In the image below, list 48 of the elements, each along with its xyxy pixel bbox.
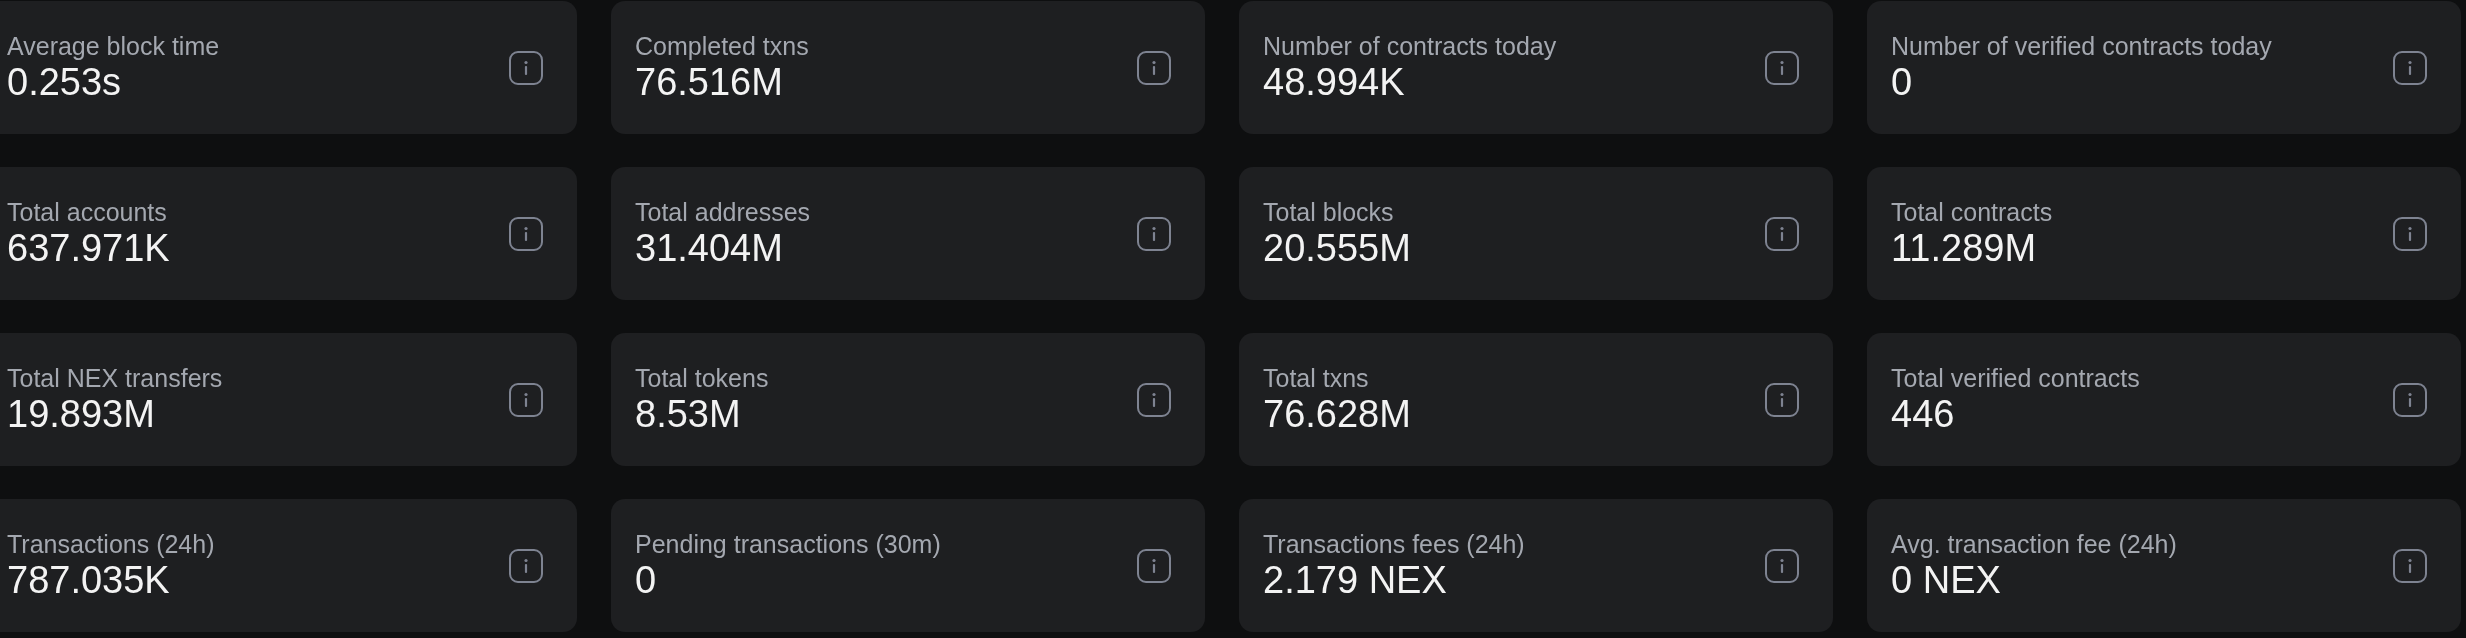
stat-label: Total verified contracts	[1891, 362, 2140, 393]
info-icon[interactable]	[1765, 548, 1799, 583]
stat-label: Total accounts	[7, 196, 167, 227]
stat-label: Number of contracts today	[1263, 30, 1557, 61]
stat-value: 2.179 NEX	[1263, 558, 1447, 601]
stat-label: Pending transactions (30m)	[635, 528, 941, 559]
stat-value: 19.893M	[7, 392, 155, 435]
stat-value: 787.035K	[7, 558, 170, 601]
info-icon[interactable]	[509, 216, 543, 251]
stat-label: Transactions fees (24h)	[1263, 528, 1525, 559]
stat-value: 0.253s	[7, 60, 122, 103]
stat-label: Total tokens	[635, 362, 769, 393]
stat-value: 637.971K	[7, 226, 170, 269]
stat-label: Average block time	[7, 30, 220, 61]
info-icon[interactable]	[2393, 548, 2427, 583]
stat-value: 48.994K	[1263, 60, 1405, 103]
stat-label: Avg. transaction fee (24h)	[1891, 528, 2177, 559]
stat-label: Total NEX transfers	[7, 362, 223, 393]
stat-label: Total addresses	[635, 196, 811, 227]
stat-value: 76.516M	[635, 60, 783, 103]
stat-value: 20.555M	[1263, 226, 1411, 269]
stat-value: 76.628M	[1263, 392, 1411, 435]
stat-value: 11.289M	[1891, 226, 2037, 269]
stat-value: 446	[1891, 392, 1955, 435]
info-icon[interactable]	[509, 382, 543, 417]
info-icon[interactable]	[2393, 216, 2427, 251]
stat-value: 8.53M	[635, 392, 741, 435]
stat-value: 0	[635, 558, 657, 601]
stat-label: Transactions (24h)	[7, 528, 215, 559]
stat-value: 31.404M	[635, 226, 783, 269]
info-icon[interactable]	[1765, 50, 1799, 85]
info-icon[interactable]	[509, 50, 543, 85]
stat-label: Total blocks	[1263, 196, 1394, 227]
stat-label: Number of verified contracts today	[1891, 30, 2272, 61]
stat-label: Total txns	[1263, 362, 1369, 393]
info-icon[interactable]	[2393, 50, 2427, 85]
info-icon[interactable]	[1765, 216, 1799, 251]
info-icon[interactable]	[1137, 548, 1171, 583]
info-icon[interactable]	[1137, 50, 1171, 85]
info-icon[interactable]	[1137, 216, 1171, 251]
info-icon[interactable]	[509, 548, 543, 583]
stat-label: Completed txns	[635, 30, 809, 61]
stat-value: 0 NEX	[1891, 558, 2001, 601]
stat-value: 0	[1891, 60, 1913, 103]
stat-label: Total contracts	[1891, 196, 2053, 227]
info-icon[interactable]	[1765, 382, 1799, 417]
info-icon[interactable]	[1137, 382, 1171, 417]
info-icon[interactable]	[2393, 382, 2427, 417]
